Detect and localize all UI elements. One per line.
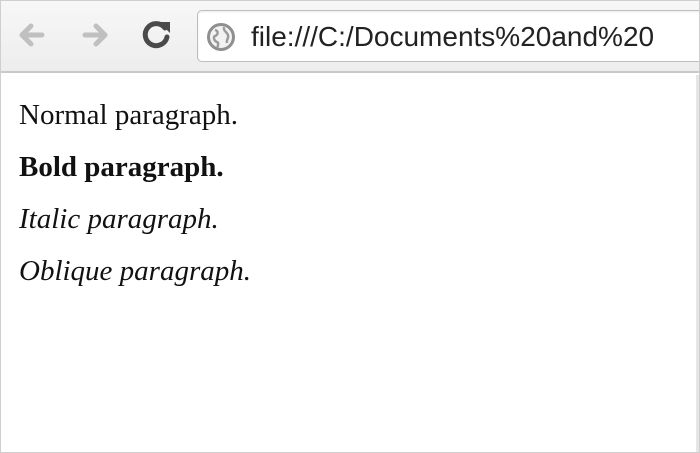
page-content: Normal paragraph. Bold paragraph. Italic… (19, 93, 699, 301)
back-button[interactable] (12, 15, 52, 55)
address-bar[interactable]: file:///C:/Documents%20and%20 (197, 10, 699, 62)
forward-button[interactable] (75, 15, 115, 55)
back-arrow-icon (19, 23, 45, 47)
reload-button[interactable] (136, 15, 176, 55)
forward-arrow-icon (82, 23, 108, 47)
browser-toolbar: file:///C:/Documents%20and%20 (1, 1, 699, 73)
bold-paragraph: Bold paragraph. (19, 151, 224, 183)
normal-paragraph: Normal paragraph. (19, 99, 239, 131)
url-text[interactable]: file:///C:/Documents%20and%20 (251, 19, 654, 55)
browser-window: file:///C:/Documents%20and%20 Normal par… (0, 0, 700, 453)
oblique-paragraph: Oblique paragraph. (19, 255, 251, 287)
reload-icon (142, 21, 170, 49)
globe-icon (207, 23, 235, 51)
scrollbar-edge (696, 75, 699, 452)
italic-paragraph: Italic paragraph. (19, 203, 219, 235)
